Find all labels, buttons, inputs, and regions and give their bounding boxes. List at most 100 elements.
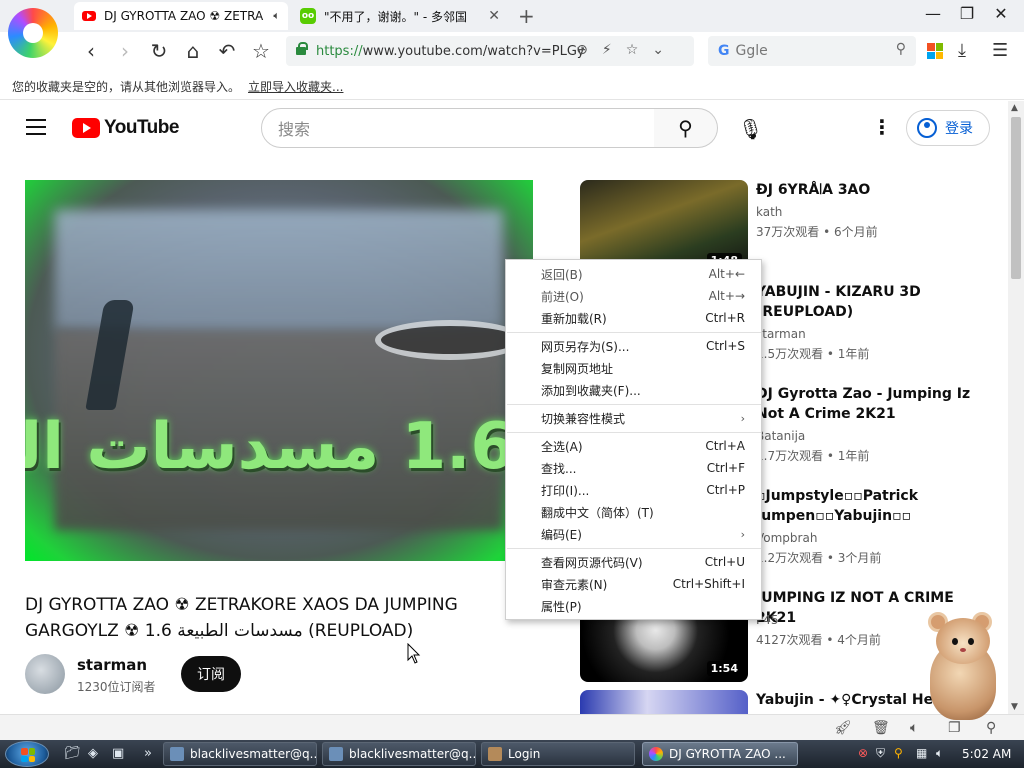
speaker-icon[interactable]: 🔈︎ [273, 9, 280, 23]
ctx-properties[interactable]: 属性(P) [507, 595, 761, 617]
forward-arrow-icon[interactable]: › [112, 38, 138, 64]
google-logo-icon: G [718, 43, 730, 59]
ctx-forward[interactable]: 前进(O) Alt+→ [507, 285, 761, 307]
ctx-select-all[interactable]: 全选(A) Ctrl+A [507, 435, 761, 457]
rec-title: ÐJ 6YRÅ꘡A 3AO [756, 182, 871, 198]
microphone-icon[interactable]: 🎙︎ [738, 117, 763, 141]
plus-icon[interactable]: + [518, 4, 535, 28]
taskbar-clock[interactable]: 5:02 AM [962, 747, 1011, 761]
ctx-back[interactable]: 返回(B) Alt+← [507, 263, 761, 285]
youtube-logo-text: YouTube [104, 117, 179, 138]
video-thumbnail[interactable] [580, 690, 748, 714]
close-tab-icon[interactable]: ✕ [488, 8, 500, 24]
import-bookmarks-link[interactable]: 立即导入收藏夹... [248, 80, 343, 94]
menu-icon[interactable]: ☰ [992, 40, 1008, 61]
back-arrow-icon[interactable]: ‹ [78, 38, 104, 64]
windows-taskbar: 📁︎ ◈ ▣ » blacklivesmatter@q... blacklive… [0, 740, 1024, 768]
rec-meta: 4127次观看 • 4个月前 [756, 633, 881, 647]
browser-logo-icon[interactable] [8, 8, 58, 58]
ctx-print[interactable]: 打印(I)... Ctrl+P [507, 479, 761, 501]
video-overlay-text: 1.6 مسدسات الطبيعة [25, 410, 515, 484]
ctx-find[interactable]: 查找... Ctrl+F [507, 457, 761, 479]
channel-name[interactable]: starman [77, 656, 147, 674]
video-title: DJ GYROTTA ZAO ☢ ZETRAKORE XAOS DA JUMPI… [25, 595, 458, 641]
desktop-quicklaunch-icon[interactable]: ▣ [112, 746, 124, 761]
taskbar-item[interactable]: blacklivesmatter@q... [163, 742, 317, 766]
address-actions-icon[interactable]: ⊕⚡☆⌄ [576, 42, 678, 58]
trash-icon[interactable]: 🗑︎ [872, 720, 890, 736]
network-icon[interactable]: ▦ [916, 746, 927, 760]
rec-meta: 37万次观看 • 6个月前 [756, 225, 878, 239]
ctx-view-source[interactable]: 查看网页源代码(V) Ctrl+U [507, 551, 761, 573]
ctx-add-favorite[interactable]: 添加到收藏夹(F)... [507, 379, 761, 401]
ctx-separator [507, 332, 761, 333]
start-button[interactable] [5, 741, 49, 767]
ctx-separator [507, 404, 761, 405]
ctx-translate[interactable]: 翻成中文（简体）(T) [507, 501, 761, 523]
hamster-pet[interactable] [918, 612, 1008, 722]
subscribe-button[interactable]: 订阅 [181, 656, 241, 692]
explorer-quicklaunch-icon[interactable]: 📁︎ [64, 746, 81, 761]
browser-quicklaunch-icon[interactable]: ◈ [88, 746, 98, 761]
ctx-compat-mode[interactable]: 切换兼容性模式 › [507, 407, 761, 429]
more-options-icon[interactable]: ⋮ [872, 115, 892, 139]
undo-icon[interactable]: ↶ [214, 38, 240, 64]
ctx-reload[interactable]: 重新加载(R) Ctrl+R [507, 307, 761, 329]
video-player[interactable]: 1.6 مسدسات الطبيعة [25, 180, 533, 561]
ctx-copy-url[interactable]: 复制网页地址 [507, 357, 761, 379]
volume-tray-icon[interactable]: 🔈︎ [936, 746, 943, 761]
scrollbar-thumb[interactable] [1011, 117, 1021, 279]
ctx-separator [507, 548, 761, 549]
rec-title: ▫Jumpstyle▫▫Patrick Jumpen▫▫Yabujin▫▫ [756, 488, 919, 524]
home-icon[interactable]: ⌂ [180, 38, 206, 64]
restore-icon[interactable]: ❐ [952, 4, 982, 23]
taskbar-item-active[interactable]: DJ GYROTTA ZAO ... [642, 742, 798, 766]
security-alert-icon[interactable]: ⊗ [858, 746, 868, 760]
address-bar[interactable]: https:// www.youtube.com/watch?v=PLGy ⊕⚡… [286, 36, 694, 66]
sign-in-button[interactable]: 登录 [906, 110, 990, 146]
antivirus-icon[interactable]: ⛨ [876, 746, 885, 761]
tab-title: DJ GYROTTA ZAO ☢ ZETRA [104, 9, 264, 23]
youtube-favicon-icon [82, 11, 96, 21]
download-icon[interactable]: ⤓ [958, 40, 966, 61]
ctx-inspect[interactable]: 审查元素(N) Ctrl+Shift+I [507, 573, 761, 595]
window-icon[interactable]: ❐ [948, 720, 961, 736]
youtube-page: YouTube 搜索 ⚲ 🎙︎ ⋮ 登录 1.6 مسدسات الطبيعة … [0, 101, 1008, 714]
browser-status-bar: 🚀︎ 🗑︎ 🔈︎ ❐ ⚲ [0, 714, 1024, 740]
scroll-up-icon[interactable]: ▲ [1011, 103, 1018, 113]
page-scrollbar[interactable]: ▲ ▼ [1008, 101, 1024, 714]
star-icon[interactable]: ☆ [248, 38, 274, 64]
youtube-logo[interactable]: YouTube [72, 117, 179, 139]
search-engine-box[interactable]: G Ggle ⚲ [708, 36, 916, 66]
youtube-search-input[interactable]: 搜索 [261, 108, 655, 148]
close-window-icon[interactable]: ✕ [986, 4, 1016, 23]
duolingo-favicon-icon: oo [300, 8, 316, 24]
scroll-down-icon[interactable]: ▼ [1011, 702, 1018, 712]
rec-meta: 1.5万次观看 • 1年前 [756, 347, 870, 361]
taskbar-item[interactable]: blacklivesmatter@q... [322, 742, 476, 766]
apps-grid-icon[interactable] [927, 43, 943, 59]
window-app-icon [329, 747, 343, 761]
rocket-icon[interactable]: 🚀︎ [834, 720, 852, 736]
mouse-cursor-icon [407, 643, 421, 664]
search-icon: ⚲ [678, 116, 693, 140]
tab-youtube[interactable]: DJ GYROTTA ZAO ☢ ZETRA 🔈︎ [74, 2, 288, 30]
browser-toolbar: ‹ › ↻ ⌂ ↶ ☆ https:// www.youtube.com/wat… [0, 32, 1024, 70]
more-quicklaunch-icon[interactable]: » [144, 746, 152, 761]
hamburger-menu-icon[interactable] [26, 119, 46, 140]
taskbar-item[interactable]: Login [481, 742, 635, 766]
context-menu: 返回(B) Alt+← 前进(O) Alt+→ 重新加载(R) Ctrl+R 网页另存… [505, 259, 762, 620]
youtube-search-button[interactable]: ⚲ [654, 108, 718, 148]
ctx-save-as[interactable]: 网页另存为(S)... Ctrl+S [507, 335, 761, 357]
tab-duolingo[interactable]: oo "不用了，谢谢。" - 多邻国 ✕ [292, 2, 508, 30]
search-icon[interactable]: ⚲ [896, 41, 906, 57]
reload-icon[interactable]: ↻ [146, 38, 172, 64]
search-tray-icon[interactable]: ⚲ [894, 746, 903, 760]
hamster-app-icon [488, 747, 502, 761]
volume-icon[interactable]: 🔈︎ [910, 720, 918, 736]
minimize-icon[interactable]: — [918, 4, 948, 23]
youtube-play-icon [72, 118, 100, 138]
zoom-icon[interactable]: ⚲ [986, 720, 996, 736]
ctx-encoding[interactable]: 编码(E) › [507, 523, 761, 545]
channel-avatar[interactable] [25, 654, 65, 694]
